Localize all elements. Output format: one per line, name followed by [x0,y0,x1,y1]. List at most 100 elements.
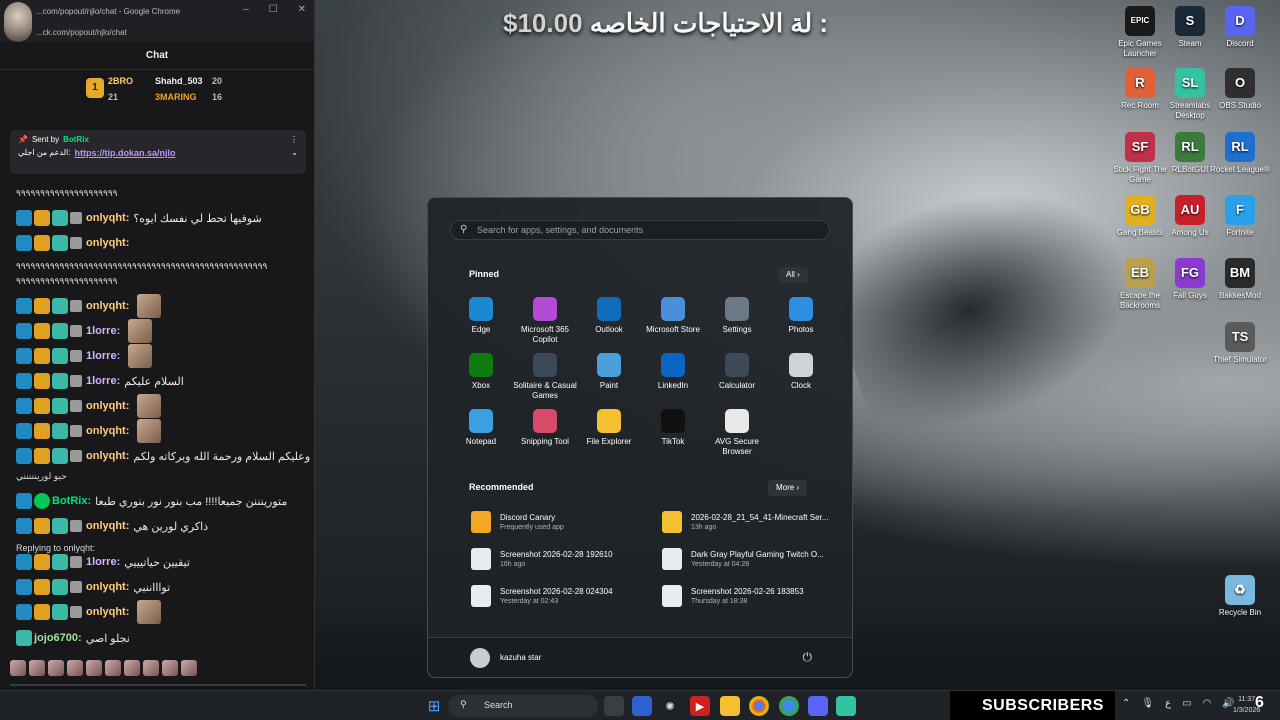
desktop-icon-fortnite[interactable]: F Fortnite [1209,195,1271,238]
pinned-app-clock[interactable]: Clock [767,353,835,391]
tip-link[interactable]: https://tip.dokan.sa/njlo [75,148,176,158]
desktop-icon-obs-studio[interactable]: O OBS Studio [1209,68,1271,111]
minimize-icon[interactable]: – [243,4,249,15]
pinned-app-calculator[interactable]: Calculator [703,353,771,391]
user-name[interactable]: kazuha star [500,653,541,662]
chat-message[interactable]: onlyqht: [16,419,162,443]
chat-username[interactable]: 1lorre: [86,375,120,387]
chat-message[interactable]: 1lorre: السلام عليكم [16,371,184,391]
donation-overlay: $10.00 لة الاحتياجات الخاصه : [503,8,828,39]
recommended-item[interactable]: 2026-02-28_21_54_41-Minecraft Ser... 13h … [662,511,828,533]
desktop-icon-label: BakkesMod [1219,291,1261,300]
mic-icon[interactable]: 🎙 [1141,698,1154,709]
url-bar[interactable]: ...ck.com/popout/njlo/chat [0,22,314,42]
all-apps-button[interactable]: All › [778,267,808,283]
more-button[interactable]: More › [768,480,808,496]
streamlabs-taskbar-icon[interactable] [836,696,856,716]
chrome-2-icon[interactable] [779,696,799,716]
pinned-app-paint[interactable]: Paint [575,353,643,391]
pinned-app-microsoft-store[interactable]: Microsoft Store [639,297,707,335]
chat-username[interactable]: onlyqht: [86,425,129,437]
windows-start-icon[interactable]: ⊞ [424,696,444,716]
pinned-message[interactable]: 📌 Sent by BotRix ⋮ الدعم من اجلي: https:… [10,130,306,174]
pinned-app-file-explorer[interactable]: File Explorer [575,409,643,447]
chevron-up-icon[interactable]: ⌃ [1122,698,1130,709]
pinned-app-edge[interactable]: Edge [447,297,515,335]
desktop-icon-thief-simulator[interactable]: TS Thief Simulator [1209,322,1271,365]
desktop-icon-bakkesmod[interactable]: BM BakkesMod [1209,258,1271,301]
chat-message[interactable]: onlyqht: ذاكري لورين هي [16,516,208,536]
pinned-app-photos[interactable]: Photos [767,297,835,335]
pinned-app-microsoft-365-copilot[interactable]: Microsoft 365 Copilot [511,297,579,345]
app-icon: O [1225,68,1255,98]
chat-username[interactable]: onlyqht: [86,606,129,618]
wifi-icon[interactable]: ◠ [1203,698,1212,709]
copilot-taskbar-icon[interactable] [632,696,652,716]
chrome-icon[interactable] [749,696,769,716]
chat-username[interactable]: onlyqht: [86,212,129,224]
pinned-app-outlook[interactable]: Outlook [575,297,643,335]
more-options-icon[interactable]: ⋮ [290,135,298,144]
chat-username[interactable]: onlyqht: [86,300,129,312]
pinned-app-settings[interactable]: Settings [703,297,771,335]
chat-message[interactable]: onlyqht: [16,233,133,253]
chat-message[interactable]: onlyqht: وعليكم السلام ورحمة الله وبركاته… [16,446,310,466]
desktop-icon-discord[interactable]: D Discord [1209,6,1271,49]
discord-taskbar-icon[interactable] [808,696,828,716]
maximize-icon[interactable]: ☐ [269,4,278,15]
pinned-app-snipping-tool[interactable]: Snipping Tool [511,409,579,447]
chat-username[interactable]: 1lorre: [86,325,120,337]
desktop-icon-recycle-bin[interactable]: ♻ Recycle Bin [1209,575,1271,618]
chat-username[interactable]: jojo6700: [34,632,82,644]
pinned-app-notepad[interactable]: Notepad [447,409,515,447]
chat-username[interactable]: onlyqht: [86,520,129,532]
chat-username[interactable]: 1lorre: [86,556,120,568]
recommended-item[interactable]: Screenshot 2026-02-26 183853 Thursday at … [662,585,804,607]
chat-username[interactable]: onlyqht: [86,400,129,412]
pinned-app-tiktok[interactable]: TikTok [639,409,707,447]
system-tray[interactable]: ⌃ 🎙 ع ▭ ◠ 🔊 [1122,698,1235,709]
pinned-app-avg-secure-browser[interactable]: AVG Secure Browser [703,409,771,457]
power-icon[interactable]: ⏻ [803,650,813,665]
chat-input[interactable] [10,684,306,686]
chat-username[interactable]: onlyqht: [86,237,129,249]
chat-username[interactable]: onlyqht: [86,450,129,462]
pinned-app-xbox[interactable]: Xbox [447,353,515,391]
start-search-input[interactable]: ⚲ Search for apps, settings, and documen… [450,220,830,240]
chat-message[interactable]: BotRix: متورينننن جميعا!!!! مب بنور نور ب… [16,491,287,511]
chat-titlebar[interactable]: ...com/popout/njlo/chat - Google Chrome … [0,0,314,42]
pinned-app-solitaire-casual-games[interactable]: Solitaire & Casual Games [511,353,579,401]
file-explorer-icon[interactable] [720,696,740,716]
pinned-app-linkedin[interactable]: LinkedIn [639,353,707,391]
chat-message[interactable]: 1lorre: تيقيين حياتيييي [16,552,190,572]
monitor-icon[interactable]: ▭ [1182,698,1191,709]
recommended-item[interactable]: Screenshot 2026-02-28 024304 Yesterday at… [471,585,613,607]
chat-username[interactable]: BotRix: [52,495,91,507]
chatgpt-icon[interactable]: ✺ [660,696,680,716]
chat-message[interactable]: onlyqht: شوفيها تحط لي نفسك ايوه؟ [16,208,262,228]
notification-count[interactable]: 6 [1255,694,1264,712]
chat-message[interactable]: onlyqht: تواااننيي [16,577,170,597]
chat-message[interactable]: onlyqht: [16,600,162,624]
chat-message[interactable]: onlyqht: [16,394,162,418]
close-icon[interactable]: ✕ [298,4,306,15]
taskbar-search[interactable]: ⚲ Search [448,695,598,717]
recommended-item[interactable]: Screenshot 2026-02-28 192610 16h ago [471,548,613,570]
chat-message[interactable]: jojo6700: نجلو اصي [16,628,130,648]
chat-message[interactable]: 1lorre: [16,344,153,368]
video-app-icon[interactable]: ▶ [690,696,710,716]
user-avatar[interactable] [470,648,490,668]
recommended-item[interactable]: Dark Gray Playful Gaming Twitch O... Yest… [662,548,824,570]
chat-message[interactable]: 1lorre: [16,319,153,343]
emote-bar[interactable] [10,660,197,676]
chevron-down-icon[interactable]: ⌄ [291,148,298,158]
chat-username[interactable]: onlyqht: [86,581,129,593]
app-icon: F [1225,195,1255,225]
chat-username[interactable]: 1lorre: [86,350,120,362]
keyboard-icon[interactable]: ع [1165,698,1171,709]
recommended-item[interactable]: Discord Canary Frequently used app [471,511,564,533]
task-view-icon[interactable] [604,696,624,716]
chat-message[interactable]: onlyqht: [16,294,162,318]
desktop-icon-rocket-league-[interactable]: RL Rocket League® [1209,132,1271,175]
clock-icon [789,353,813,377]
